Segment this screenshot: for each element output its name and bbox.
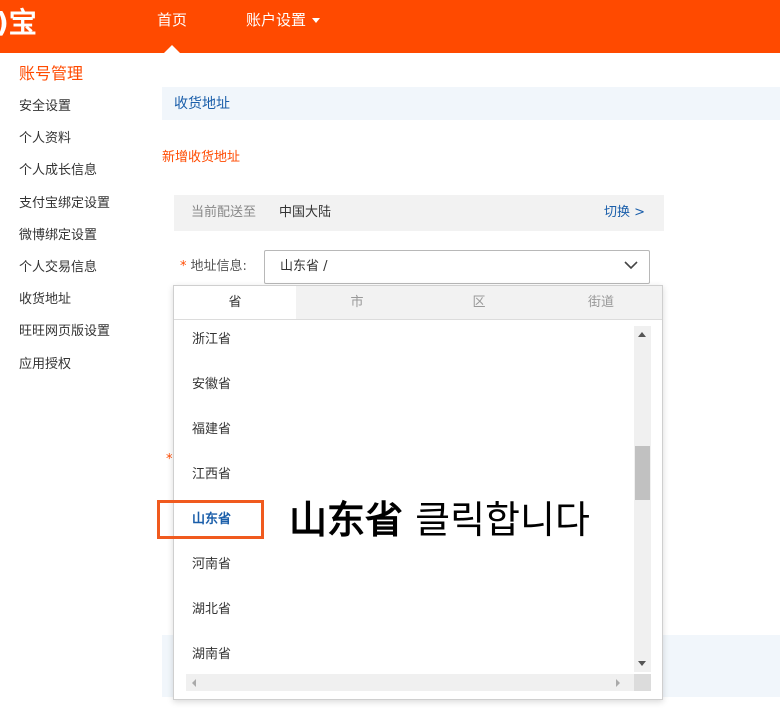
tab-district[interactable]: 区: [418, 286, 540, 319]
site-logo[interactable]: )宝: [0, 6, 37, 40]
tab-province[interactable]: 省: [174, 286, 296, 319]
scrollbar-corner: [634, 674, 651, 691]
province-list: 浙江省 安徽省 福建省 江西省 山东省 河南省 湖北省 湖南省: [174, 320, 634, 670]
scroll-left-icon[interactable]: [192, 679, 196, 687]
vertical-scrollbar[interactable]: [634, 326, 651, 672]
section-title: 收货地址: [174, 96, 230, 112]
delivery-value: 中国大陆: [279, 205, 332, 220]
annotation-strong: 山东省: [289, 498, 404, 542]
annotation-instruction: 클릭합니다: [415, 498, 590, 542]
province-item-henan[interactable]: 河南省: [192, 556, 231, 574]
nav-account-label: 账户设置: [246, 11, 307, 29]
sidebar-item-growth[interactable]: 个人成长信息: [19, 160, 110, 192]
region-dropdown: 省 市 区 街道 浙江省 安徽省 福建省 江西省 山东省 河南省 湖北省 湖南省: [173, 285, 663, 700]
switch-region-link[interactable]: 切换 >: [604, 204, 645, 222]
sidebar-item-app-auth[interactable]: 应用授权: [19, 354, 110, 386]
province-item-fujian[interactable]: 福建省: [192, 421, 231, 439]
sidebar-item-address[interactable]: 收货地址: [19, 289, 110, 321]
annotation-text: 山东省 클릭합니다: [289, 496, 590, 544]
sidebar-item-profile[interactable]: 个人资料: [19, 128, 110, 160]
sidebar-item-wangwang[interactable]: 旺旺网页版设置: [19, 321, 110, 353]
add-address-link[interactable]: 新增收货地址: [162, 148, 240, 168]
required-mark-2: *: [166, 452, 173, 467]
sidebar-item-alipay[interactable]: 支付宝绑定设置: [19, 193, 110, 225]
horizontal-scrollbar[interactable]: [186, 674, 634, 691]
required-mark: *: [180, 259, 187, 274]
delivery-label: 当前配送至: [191, 205, 257, 220]
province-item-zhejiang[interactable]: 浙江省: [192, 331, 231, 349]
address-select[interactable]: 山东省 /: [264, 250, 650, 284]
scroll-thumb[interactable]: [635, 446, 650, 500]
caret-down-icon: [312, 18, 321, 23]
address-field-label-text: 地址信息:: [190, 259, 247, 274]
sidebar-item-trade[interactable]: 个人交易信息: [19, 257, 110, 289]
address-select-value: 山东省 /: [280, 259, 328, 274]
tab-street[interactable]: 街道: [540, 286, 662, 319]
top-navigation-bar: )宝 首页 账户设置: [0, 0, 780, 53]
scroll-down-icon[interactable]: [638, 661, 646, 666]
address-field-label: * 地址信息:: [180, 258, 247, 276]
region-tabs: 省 市 区 街道: [174, 286, 662, 320]
scroll-right-icon[interactable]: [616, 679, 620, 687]
sidebar-title: 账号管理: [19, 64, 84, 83]
delivery-region-bar: 当前配送至 中国大陆 切换 >: [174, 195, 664, 231]
scroll-up-icon[interactable]: [638, 332, 646, 337]
tab-city[interactable]: 市: [296, 286, 418, 319]
active-nav-pointer-icon: [164, 45, 180, 53]
click-highlight-box: [157, 500, 264, 539]
sidebar-item-weibo[interactable]: 微博绑定设置: [19, 225, 110, 257]
province-item-jiangxi[interactable]: 江西省: [192, 466, 231, 484]
chevron-down-icon: [624, 261, 638, 270]
sidebar-item-security[interactable]: 安全设置: [19, 96, 110, 128]
province-item-hubei[interactable]: 湖北省: [192, 601, 231, 619]
nav-home[interactable]: 首页: [157, 10, 187, 30]
province-item-hunan[interactable]: 湖南省: [192, 646, 231, 664]
sidebar-menu: 安全设置 个人资料 个人成长信息 支付宝绑定设置 微博绑定设置 个人交易信息 收…: [19, 96, 110, 386]
nav-account-settings[interactable]: 账户设置: [246, 10, 321, 30]
province-item-anhui[interactable]: 安徽省: [192, 376, 231, 394]
section-header: 收货地址: [162, 87, 780, 120]
